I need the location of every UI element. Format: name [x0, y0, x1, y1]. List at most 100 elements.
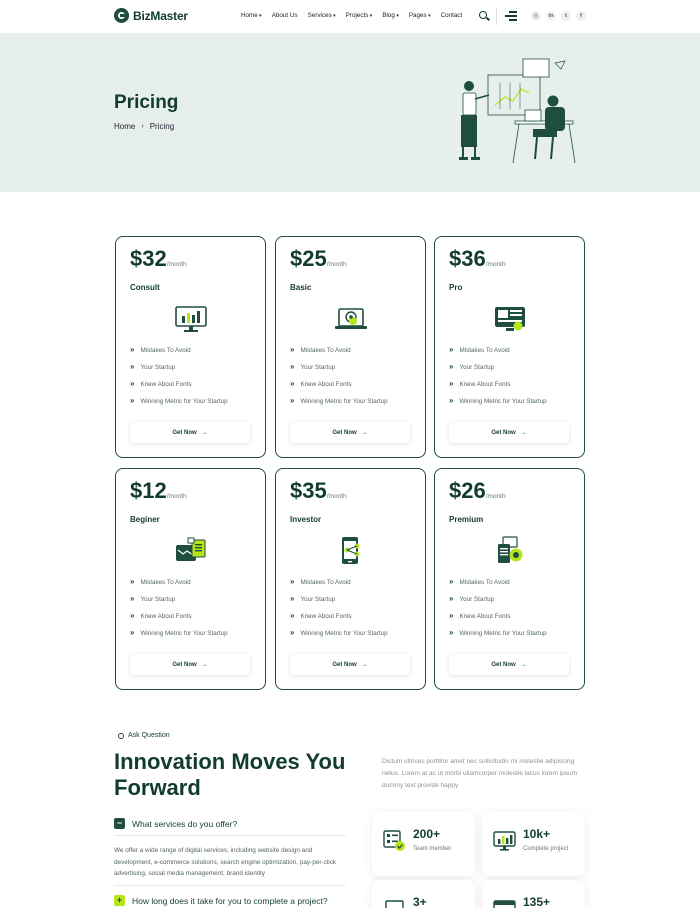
- instagram-icon[interactable]: ◎: [531, 11, 541, 21]
- feature-list: Mistakes To Avoid Your Startup Knew Abou…: [130, 347, 228, 415]
- faq-question-text: How long does it take for you to complet…: [132, 895, 328, 906]
- breadcrumb: Home › Pricing: [114, 122, 174, 131]
- section-description: Dictum ultrices porttitor amet nec solli…: [382, 758, 578, 789]
- faq-question[interactable]: + How long does it take for you to compl…: [114, 895, 328, 906]
- feature-item: Knew About Fonts: [290, 613, 388, 630]
- price: $12/month: [130, 478, 187, 504]
- linkedin-icon[interactable]: in: [546, 11, 556, 21]
- plan-name: Consult: [130, 283, 160, 292]
- price-period: /month: [166, 493, 187, 500]
- facebook-icon[interactable]: f: [576, 11, 586, 21]
- get-now-label: Get Now: [172, 429, 197, 436]
- price: $32/month: [130, 246, 187, 272]
- stat-label: Complete project: [523, 846, 569, 852]
- nav-contact[interactable]: Contact: [441, 12, 463, 19]
- menu-icon[interactable]: [505, 11, 517, 21]
- feature-list: Mistakes To Avoid Your Startup Knew Abou…: [130, 579, 228, 647]
- get-now-button[interactable]: Get Now →: [130, 422, 250, 443]
- circle-icon: [118, 732, 124, 739]
- logo-icon: [114, 8, 129, 23]
- price-period: /month: [326, 261, 347, 268]
- get-now-button[interactable]: Get Now →: [290, 422, 410, 443]
- get-now-button[interactable]: Get Now →: [449, 422, 569, 443]
- pricing-card: $36/month Pro Mistakes To Avoid Your Sta…: [434, 236, 585, 458]
- get-now-label: Get Now: [332, 429, 357, 436]
- nav-projects[interactable]: Projects: [346, 12, 373, 19]
- feature-list: Mistakes To Avoid Your Startup Knew Abou…: [290, 579, 388, 647]
- feature-item: Your Startup: [290, 364, 388, 381]
- stat-value: 135+: [523, 895, 551, 908]
- header-divider: [496, 8, 497, 25]
- team-checklist-icon: [383, 830, 405, 851]
- browser-icon: [493, 900, 516, 908]
- price: $36/month: [449, 246, 506, 272]
- twitter-icon[interactable]: t: [561, 11, 571, 21]
- feature-item: Mistakes To Avoid: [449, 347, 547, 364]
- get-now-button[interactable]: Get Now →: [290, 654, 410, 675]
- nav-blog[interactable]: Blog: [382, 12, 399, 19]
- nav-services[interactable]: Services: [308, 12, 336, 19]
- price-period: /month: [485, 261, 506, 268]
- site-header: BizMaster Home About Us Services Project…: [0, 0, 700, 33]
- stat-label: Team member: [413, 846, 452, 852]
- stat-card: 3+: [372, 880, 475, 908]
- feature-item: Your Startup: [130, 364, 228, 381]
- faq-question[interactable]: − What services do you offer?: [114, 818, 237, 829]
- get-now-button[interactable]: Get Now →: [449, 654, 569, 675]
- feature-item: Your Startup: [449, 596, 547, 613]
- plan-name: Pro: [449, 283, 463, 292]
- feature-item: Winning Metric for Your Startup: [449, 630, 546, 647]
- arrow-right-icon: →: [520, 661, 527, 668]
- price: $25/month: [290, 246, 347, 272]
- feature-item: Mistakes To Avoid: [290, 347, 388, 364]
- feature-item: Knew About Fonts: [290, 381, 388, 398]
- laptop-gear-icon: [335, 308, 367, 329]
- stat-card: 135+: [482, 880, 585, 908]
- feature-item: Mistakes To Avoid: [130, 579, 228, 596]
- wallet-document-icon: [176, 537, 206, 561]
- stat-card: 200+ Team member: [372, 812, 475, 876]
- feature-item: Winning Metric for Your Startup: [449, 398, 546, 415]
- nav-about[interactable]: About Us: [272, 12, 298, 19]
- breadcrumb-current: Pricing: [149, 122, 175, 131]
- arrow-right-icon: →: [361, 661, 368, 668]
- pricing-card: $12/month Beginer Mistakes To Avoid Your…: [115, 468, 266, 690]
- get-now-label: Get Now: [491, 429, 516, 436]
- pricing-card: $26/month Premium Mistakes To Avoid Your…: [434, 468, 585, 690]
- feature-list: Mistakes To Avoid Your Startup Knew Abou…: [290, 347, 388, 415]
- monitor-chart-icon: [175, 306, 207, 332]
- pricing-card: $35/month Investor Mistakes To Avoid You…: [275, 468, 426, 690]
- divider: [114, 835, 346, 836]
- minus-icon[interactable]: −: [114, 818, 125, 829]
- price-amount: $36: [449, 246, 486, 271]
- plus-icon[interactable]: +: [114, 895, 125, 906]
- social-links: ◎ in t f: [531, 11, 586, 21]
- search-icon[interactable]: [479, 11, 487, 19]
- price-period: /month: [485, 493, 506, 500]
- feature-item: Your Startup: [130, 596, 228, 613]
- price-amount: $26: [449, 478, 486, 503]
- feature-item: Winning Metric for Your Startup: [290, 398, 387, 415]
- price-amount: $12: [130, 478, 167, 503]
- feature-item: Mistakes To Avoid: [130, 347, 228, 364]
- feature-item: Knew About Fonts: [449, 613, 547, 630]
- logo[interactable]: BizMaster: [114, 8, 188, 23]
- feature-item: Your Startup: [290, 596, 388, 613]
- get-now-label: Get Now: [332, 661, 357, 668]
- section-tag: Ask Question: [118, 732, 170, 739]
- feature-item: Knew About Fonts: [449, 381, 547, 398]
- stat-value: 200+: [413, 827, 441, 841]
- get-now-button[interactable]: Get Now →: [130, 654, 250, 675]
- laptop-icon: [385, 900, 404, 908]
- breadcrumb-home[interactable]: Home: [114, 122, 135, 131]
- page-title: Pricing: [114, 92, 179, 113]
- feature-item: Winning Metric for Your Startup: [130, 630, 227, 647]
- breadcrumb-separator: ›: [141, 123, 144, 130]
- price: $35/month: [290, 478, 347, 504]
- nav-home[interactable]: Home: [241, 12, 262, 19]
- nav-pages[interactable]: Pages: [409, 12, 431, 19]
- section-title: Innovation Moves You Forward: [114, 749, 346, 800]
- arrow-right-icon: →: [201, 661, 208, 668]
- arrow-right-icon: →: [361, 429, 368, 436]
- stat-value: 10k+: [523, 827, 551, 841]
